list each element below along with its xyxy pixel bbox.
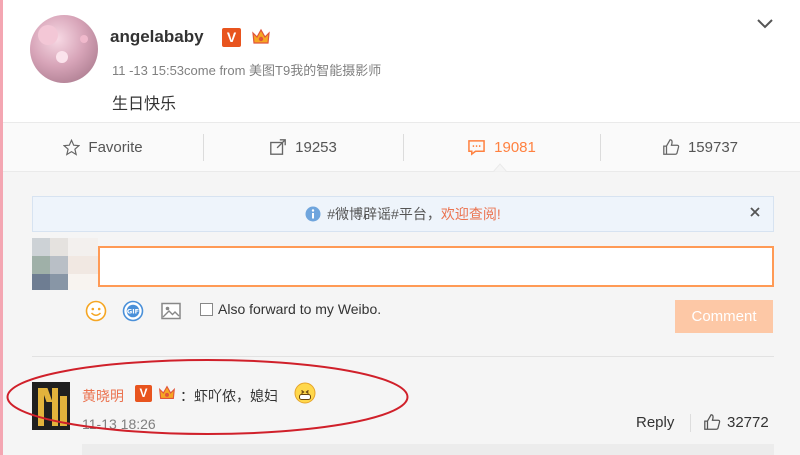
close-icon[interactable] [747,204,763,220]
image-icon[interactable] [160,300,182,322]
post-meta: 11 -13 15:53come from 美图T9我的智能摄影师 [112,63,382,78]
thumbs-up-icon [663,139,680,155]
checkbox[interactable] [200,302,213,316]
chevron-down-icon[interactable] [756,18,774,30]
comment-submit-button[interactable]: Comment [675,300,773,333]
forward-label: Also forward to my Weibo. [218,301,382,317]
emoji-icon[interactable] [85,300,107,322]
my-avatar [32,238,98,290]
favorite-label: Favorite [88,138,143,156]
share-icon [270,139,287,155]
reply-separator [690,414,691,432]
notice-link[interactable]: 欢迎查阅! [441,204,501,224]
star-icon [63,138,81,156]
like-button[interactable]: 159737 [600,123,800,171]
commenter-username[interactable]: 黄晓明 [82,386,124,406]
notice-text: #微博辟谣#平台， [327,206,441,222]
svg-text:GIF: GIF [127,308,139,316]
favorite-button[interactable]: Favorite [3,123,203,171]
comment-icon [468,139,485,156]
gif-icon[interactable]: GIF [122,300,144,322]
notice-banner: #微博辟谣#平台， 欢迎查阅! [32,196,774,232]
forward-checkbox[interactable]: Also forward to my Weibo. [200,301,381,317]
thumbs-up-icon [704,414,721,430]
author-username[interactable]: angelababy [110,27,204,47]
comment-count: 19081 [494,138,536,156]
divider [32,356,774,357]
crown-icon [159,385,175,399]
post-text: 生日快乐 [112,96,177,113]
comment-like-count: 32772 [727,413,769,431]
comment-time: 11-13 18:26 [82,416,156,432]
forward-button[interactable]: 19253 [203,123,403,171]
verified-badge: V [135,385,152,402]
comment-input[interactable] [98,246,774,287]
comment-like-button[interactable]: 32772 [703,413,769,431]
active-tab-caret [493,163,507,172]
forward-count: 19253 [295,138,337,156]
reply-button[interactable]: Reply [636,414,674,431]
action-bar: Favorite 19253 19081 159737 [3,122,800,172]
comment-text: ：虾吖侬，媳妇 [180,388,278,404]
crown-icon [252,28,270,44]
verified-badge: V [222,28,241,47]
commenter-avatar[interactable] [32,382,70,430]
like-count: 159737 [687,138,739,156]
author-avatar[interactable] [30,15,98,83]
grin-emoji-icon [294,382,316,404]
info-icon [305,206,321,222]
next-comment-placeholder [82,444,774,455]
